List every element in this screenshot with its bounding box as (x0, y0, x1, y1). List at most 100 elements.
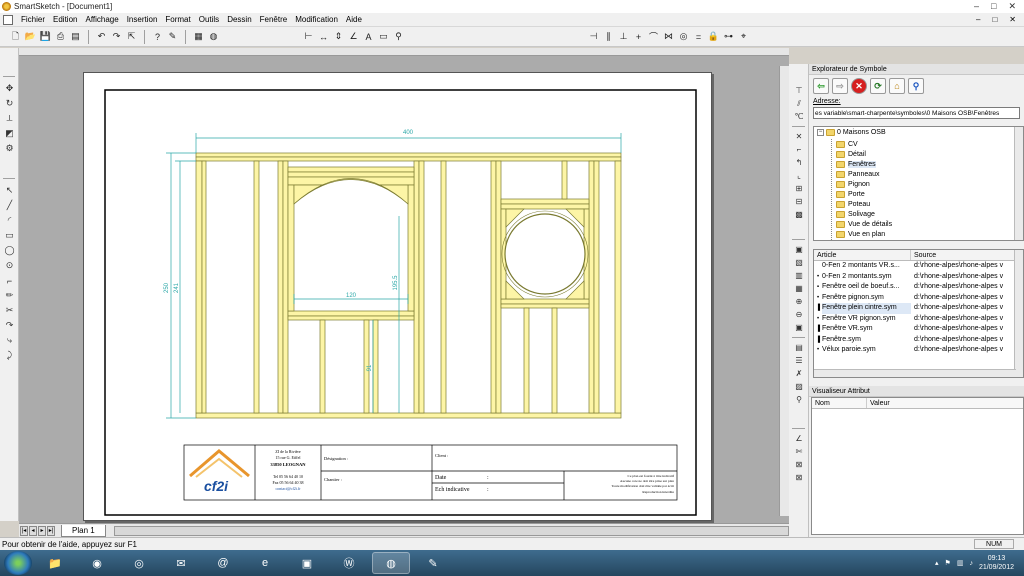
print-icon[interactable]: ⎙ (54, 30, 67, 43)
article-row[interactable]: • Vélux paroie.sym d:\rhone-alpes\rhone-al… (814, 345, 1023, 356)
layer-tool-icon[interactable]: ▥ (789, 269, 809, 282)
pointer-icon[interactable]: ↖ (0, 183, 19, 198)
connect-icon[interactable]: ⊶ (722, 30, 735, 43)
rectangle-icon[interactable]: ▭ (0, 228, 19, 243)
print-preview-icon[interactable]: ▤ (69, 30, 82, 43)
back-icon[interactable]: ⇦ (813, 78, 829, 94)
smartsketch-icon[interactable]: ◍ (372, 552, 410, 574)
layers-icon[interactable]: ▦ (192, 30, 205, 43)
menu-format[interactable]: Format (161, 15, 194, 24)
offset-icon[interactable]: ⤸ (0, 348, 19, 363)
symbol-tool-icon[interactable]: ▣ (789, 243, 809, 256)
prev-tab-button[interactable]: ◂ (29, 525, 37, 536)
undo-icon[interactable]: ↶ (95, 30, 108, 43)
folder-tree[interactable]: − 0 Maisons OSB CV Détail Fenêtres Panne… (813, 126, 1024, 241)
format-tool-icon[interactable]: ▨ (789, 380, 809, 393)
fix-icon[interactable]: ⌖ (737, 30, 750, 43)
column-source[interactable]: Source (911, 250, 1016, 260)
tree-item[interactable]: Porte (836, 189, 865, 199)
line-icon[interactable]: ╱ (0, 198, 19, 213)
angle-tool-icon[interactable]: ∠ (789, 432, 809, 445)
angle-icon[interactable]: ∠ (347, 30, 360, 43)
forward-icon[interactable]: ⇨ (832, 78, 848, 94)
tree-scrollbar[interactable] (1014, 127, 1023, 240)
image-tool-icon[interactable]: ▧ (789, 256, 809, 269)
settings-icon[interactable]: ⚙ (0, 141, 19, 156)
first-tab-button[interactable]: |◂ (20, 525, 28, 536)
doc-restore-button[interactable]: □ (992, 15, 997, 24)
drawing-sheet[interactable]: 400 250 241 120 195.5 91 cf2i ZI de la R… (83, 72, 712, 521)
maximize-button[interactable]: □ (991, 1, 996, 12)
concentric-icon[interactable]: ◎ (677, 30, 690, 43)
attribute-grid[interactable]: Nom Valeur (811, 397, 1024, 535)
split-icon[interactable]: ⤷ (0, 333, 19, 348)
tray-arrow-icon[interactable]: ▴ (935, 559, 939, 567)
lock-icon[interactable]: 🔒 (707, 30, 720, 43)
tree-item[interactable]: Vue en plan (836, 229, 885, 239)
menu-aide[interactable]: Aide (342, 15, 366, 24)
new-icon[interactable]: 🗋 (9, 30, 22, 43)
align-icon[interactable]: ⇕ (332, 30, 345, 43)
tree-item[interactable]: Solivage (836, 209, 875, 219)
grid-tool-icon[interactable]: ⊞ (789, 182, 809, 195)
tree-item[interactable]: Panneaux (836, 169, 880, 179)
article-hscrollbar[interactable] (814, 369, 1016, 377)
list-tool-icon[interactable]: ☰ (789, 354, 809, 367)
snail-icon[interactable]: @ (204, 552, 242, 574)
magnify-icon[interactable]: ⚲ (392, 30, 405, 43)
article-row[interactable]: ▐ Fenêtre.sym d:\rhone-alpes\rhone-alpes v (814, 335, 1023, 346)
media-icon[interactable]: ◉ (78, 552, 116, 574)
column-nom[interactable]: Nom (812, 398, 867, 408)
flag-icon[interactable]: ⚑ (945, 559, 951, 567)
wordpress-icon[interactable]: Ⓦ (330, 552, 368, 574)
app99-icon[interactable]: ▣ (288, 552, 326, 574)
tree-item[interactable]: Vue de détails (836, 219, 892, 229)
menu-dessin[interactable]: Dessin (223, 15, 255, 24)
plus-icon[interactable]: + (632, 30, 645, 43)
arc-icon[interactable]: ◜ (0, 213, 19, 228)
tree-item-selected[interactable]: Fenêtres (836, 159, 876, 169)
tab-plan-1[interactable]: Plan 1 (61, 524, 106, 537)
zoom-in-icon[interactable]: ⊕ (789, 295, 809, 308)
tangent-icon[interactable]: ⌒ (647, 30, 660, 43)
equal-icon[interactable]: = (692, 30, 705, 43)
brush-icon[interactable]: ✎ (166, 30, 179, 43)
document-icon[interactable] (3, 14, 13, 25)
menu-insertion[interactable]: Insertion (123, 15, 162, 24)
trim-icon[interactable]: ✂ (0, 303, 19, 318)
address-field[interactable]: es variable\smart-charpente\symboles\0 M… (813, 107, 1020, 119)
circle-icon[interactable]: ◯ (0, 243, 19, 258)
smart-dimension-icon[interactable]: ↔ (317, 30, 330, 43)
curve-tool-icon[interactable]: ℃ (789, 110, 809, 123)
volume-icon[interactable]: ♪ (969, 560, 973, 567)
cut-tool-icon[interactable]: ✄ (789, 445, 809, 458)
extend-icon[interactable]: ↷ (0, 318, 19, 333)
scale-icon[interactable]: ◩ (0, 126, 19, 141)
corner-tool-icon[interactable]: ⌞ (789, 169, 809, 182)
tree-item[interactable]: Poteau (836, 199, 870, 209)
menu-affichage[interactable]: Affichage (81, 15, 122, 24)
pencil-icon[interactable]: ✏ (0, 288, 19, 303)
mesh-tool-icon[interactable]: ⊠ (789, 471, 809, 484)
select-icon[interactable]: ⇱ (125, 30, 138, 43)
return-tool-icon[interactable]: ↰ (789, 156, 809, 169)
last-tab-button[interactable]: ▸| (47, 525, 55, 536)
mail-icon[interactable]: ✉ (162, 552, 200, 574)
symmetry-icon[interactable]: ⋈ (662, 30, 675, 43)
erase-tool-icon[interactable]: ✗ (789, 367, 809, 380)
hatch-tool-icon[interactable]: ▦ (789, 282, 809, 295)
article-row[interactable]: • Fenêtre pignon.sym d:\rhone-alpes\rhone-… (814, 293, 1023, 304)
stud-tool-icon[interactable]: ⫽ (789, 97, 809, 110)
article-row[interactable]: • Fenêtre VR pignon.sym d:\rhone-alpes\rho… (814, 314, 1023, 325)
mirror-icon[interactable]: ⟂ (0, 111, 19, 126)
menu-fenetre[interactable]: Fenêtre (256, 15, 292, 24)
move-icon[interactable]: ✥ (0, 81, 19, 96)
article-row[interactable]: ▐ Fenêtre VR.sym d:\rhone-alpes\rhone-alpe… (814, 324, 1023, 335)
home-icon[interactable]: ⌂ (889, 78, 905, 94)
clock[interactable]: 09:13 21/09/2012 (979, 554, 1014, 572)
menu-outils[interactable]: Outils (195, 15, 223, 24)
chrome-icon[interactable]: ◎ (120, 552, 158, 574)
doc-close-button[interactable]: ✕ (1009, 15, 1016, 24)
tree-item[interactable]: Pignon (836, 179, 870, 189)
perpendicular-icon[interactable]: ⊥ (617, 30, 630, 43)
